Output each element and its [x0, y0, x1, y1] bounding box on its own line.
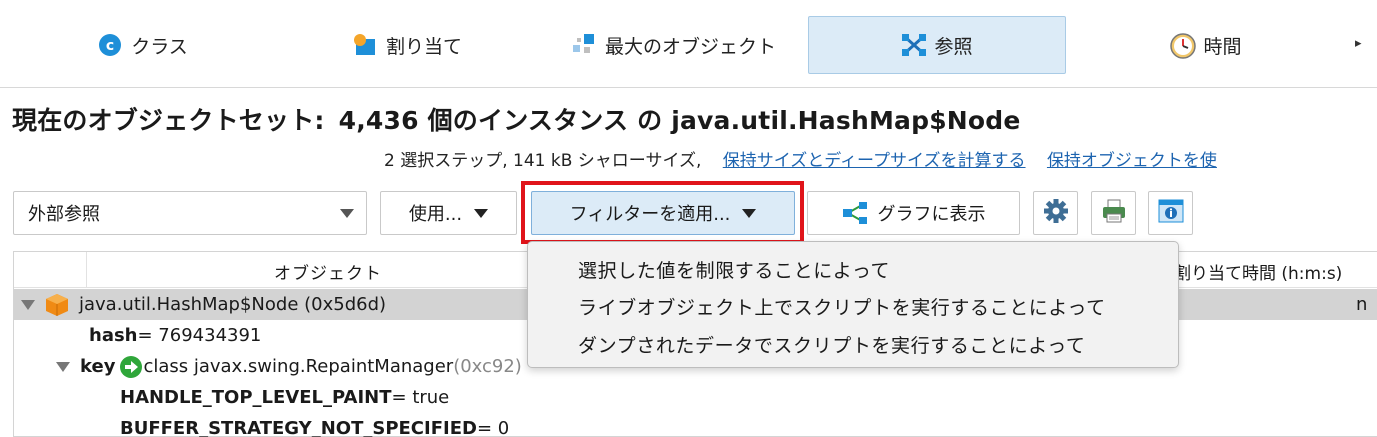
menu-item-run-script-on-dumped-data[interactable]: ダンプされたデータでスクリプトを実行することによって — [578, 331, 1086, 358]
table-row[interactable]: BUFFER_STRATEGY_NOT_SPECIFIED = 0 — [14, 413, 1377, 437]
object-cube-icon — [45, 293, 69, 317]
tab-label: 時間 — [1203, 35, 1242, 58]
print-button[interactable] — [1091, 191, 1136, 235]
use-retained-objects-link[interactable]: 保持オブジェクトを使 — [1047, 151, 1217, 171]
gear-icon — [1043, 198, 1069, 229]
view-tab-bar: c クラス 割り当て 最大のオブジェクト 参照 時間 ▸ — [0, 0, 1377, 88]
references-icon — [901, 33, 927, 57]
apply-filter-menu: 選択した値を制限することによって ライブオブジェクト上でスクリプトを実行すること… — [527, 241, 1179, 368]
expand-triangle-icon[interactable] — [56, 361, 70, 372]
heading-object-set: 4,436 個のインスタンス の java.util.HashMap$Node — [338, 106, 1021, 135]
apply-filter-button[interactable]: フィルターを適用... — [531, 191, 795, 235]
graph-icon — [842, 201, 868, 225]
object-name: java.util.HashMap$Node (0x5d6d) — [79, 294, 387, 315]
use-button-label: 使用... — [408, 204, 463, 225]
reference-type-value: 外部参照 — [28, 204, 100, 225]
field-value: = true — [391, 387, 450, 408]
column-header-allocation-time[interactable]: 割り当て時間 (h:m:s) — [1174, 259, 1342, 284]
menu-item-run-script-on-live-objects[interactable]: ライブオブジェクト上でスクリプトを実行することによって — [578, 293, 1106, 320]
field-name: key — [80, 356, 116, 377]
show-in-graph-button[interactable]: グラフに表示 — [807, 191, 1020, 235]
allocation-icon — [353, 33, 377, 57]
field-value: = 769434391 — [137, 325, 262, 346]
green-arrow-icon — [119, 355, 143, 379]
tab-time[interactable]: 時間 — [1166, 16, 1246, 74]
tab-label: 割り当て — [385, 35, 462, 58]
info-icon — [1158, 199, 1184, 228]
show-in-graph-label: グラフに表示 — [877, 204, 986, 225]
reference-type-select[interactable]: 外部参照 — [13, 191, 367, 235]
field-value: = 0 — [476, 418, 510, 437]
object-set-summary: 2 選択ステップ, 141 kB シャローサイズ, 保持サイズとディープサイズを… — [384, 146, 1217, 171]
field-name: BUFFER_STRATEGY_NOT_SPECIFIED — [120, 418, 477, 437]
tab-biggest-objects[interactable]: 最大のオブジェクト — [560, 16, 788, 74]
class-c-icon: c — [98, 33, 122, 57]
allocation-time-value: n — [1356, 294, 1368, 315]
tab-references[interactable]: 参照 — [808, 16, 1066, 74]
apply-filter-label: フィルターを適用... — [569, 204, 731, 225]
tab-allocations[interactable]: 割り当て — [345, 16, 470, 74]
biggest-objects-icon — [572, 33, 596, 57]
tab-label: 参照 — [934, 35, 973, 58]
expand-triangle-icon[interactable] — [21, 299, 35, 310]
svg-text:c: c — [106, 38, 114, 54]
field-name: hash — [89, 325, 138, 346]
tab-label: クラス — [131, 35, 188, 58]
page-title: 現在のオブジェクトセット: 4,436 個のインスタンス の java.util.… — [12, 101, 1021, 137]
heading-prefix: 現在のオブジェクトセット: — [12, 106, 325, 135]
field-name: HANDLE_TOP_LEVEL_PAINT — [120, 387, 392, 408]
dropdown-caret-icon — [742, 208, 757, 218]
menu-item-restrict-selected-values[interactable]: 選択した値を制限することによって — [578, 256, 890, 283]
dropdown-caret-icon — [474, 208, 489, 218]
calculate-retained-size-link[interactable]: 保持サイズとディープサイズを計算する — [723, 151, 1026, 171]
chevron-down-icon — [340, 209, 354, 218]
table-row[interactable]: HANDLE_TOP_LEVEL_PAINT = true — [14, 382, 1377, 413]
use-button[interactable]: 使用... — [380, 191, 517, 235]
info-button[interactable] — [1148, 191, 1193, 235]
field-value: class javax.swing.RepaintManager — [143, 356, 454, 377]
column-header-object[interactable]: オブジェクト — [274, 259, 382, 284]
tab-classes[interactable]: c クラス — [88, 16, 198, 74]
summary-text: 2 選択ステップ, 141 kB シャローサイズ, — [384, 151, 702, 171]
printer-icon — [1101, 198, 1127, 229]
clock-icon — [1170, 33, 1197, 59]
column-divider — [86, 252, 87, 288]
tab-label: 最大のオブジェクト — [604, 35, 776, 58]
object-id: (0xc92) — [453, 356, 522, 377]
tabs-scroll-right-icon[interactable]: ▸ — [1355, 36, 1362, 51]
settings-button[interactable] — [1033, 191, 1078, 235]
